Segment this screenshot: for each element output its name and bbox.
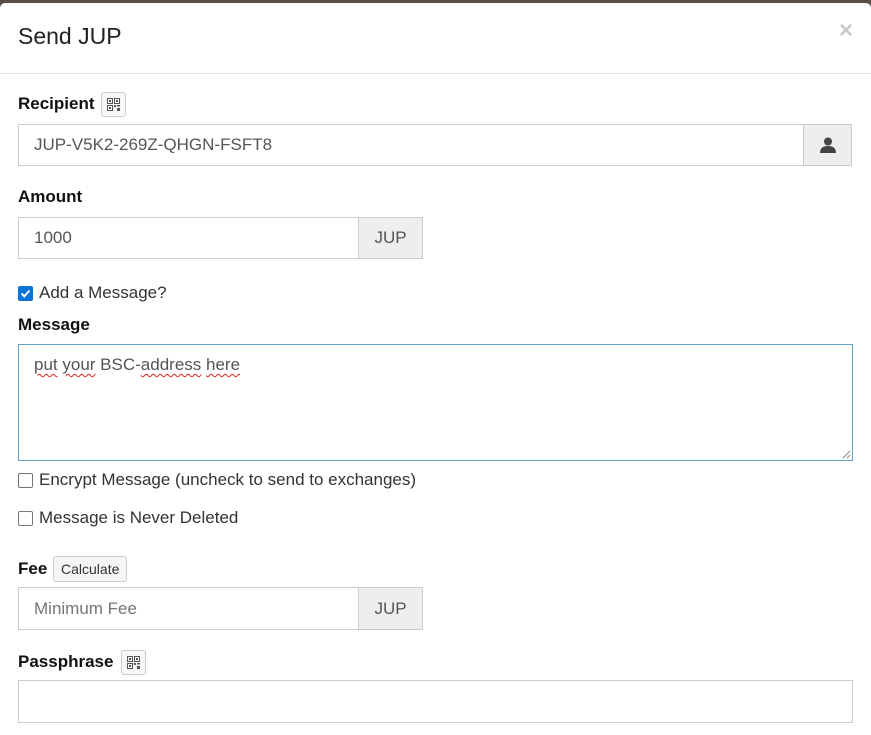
fee-input[interactable]	[18, 587, 359, 630]
resize-handle-icon[interactable]	[841, 449, 851, 459]
calculate-fee-button[interactable]: Calculate	[53, 556, 128, 582]
message-word: here	[206, 355, 241, 374]
recipient-label: Recipient	[18, 94, 95, 113]
send-modal: Send JUP × Recipient JUP-V5K2-269Z-QHGN-…	[0, 3, 871, 735]
message-word: put	[34, 355, 58, 374]
never-deleted-row[interactable]: Message is Never Deleted	[18, 508, 238, 528]
encrypt-message-row[interactable]: Encrypt Message (uncheck to send to exch…	[18, 470, 416, 490]
recipient-qr-button[interactable]	[101, 92, 126, 117]
amount-label: Amount	[18, 187, 83, 206]
message-word: address	[140, 355, 202, 374]
never-deleted-checkbox[interactable]	[18, 510, 33, 526]
add-message-row[interactable]: Add a Message?	[18, 283, 167, 303]
qr-code-icon	[127, 656, 140, 669]
encrypt-message-checkbox[interactable]	[18, 472, 33, 488]
never-deleted-label: Message is Never Deleted	[39, 508, 239, 527]
checkmark-icon	[20, 289, 31, 298]
passphrase-input[interactable]	[18, 680, 853, 723]
modal-title: Send JUP	[18, 23, 122, 49]
message-word: your	[62, 355, 96, 374]
passphrase-qr-button[interactable]	[121, 650, 146, 675]
recipient-input[interactable]: JUP-V5K2-269Z-QHGN-FSFT8	[18, 124, 804, 166]
close-icon[interactable]: ×	[839, 19, 853, 43]
message-label: Message	[18, 315, 90, 334]
contacts-button[interactable]	[803, 124, 852, 166]
amount-input[interactable]: 1000	[18, 217, 359, 259]
passphrase-label: Passphrase	[18, 652, 114, 671]
add-message-label: Add a Message?	[39, 283, 167, 302]
add-message-checkbox[interactable]	[18, 285, 33, 301]
fee-unit-addon: JUP	[358, 587, 423, 630]
message-textarea[interactable]: put your BSC-address here	[18, 344, 853, 461]
user-icon	[819, 137, 836, 153]
fee-label: Fee	[18, 559, 48, 578]
modal-header: Send JUP ×	[0, 3, 871, 74]
message-word: BSC-	[95, 355, 141, 374]
qr-code-icon	[107, 98, 120, 111]
amount-unit-addon: JUP	[358, 217, 423, 259]
encrypt-message-label: Encrypt Message (uncheck to send to exch…	[39, 470, 417, 489]
